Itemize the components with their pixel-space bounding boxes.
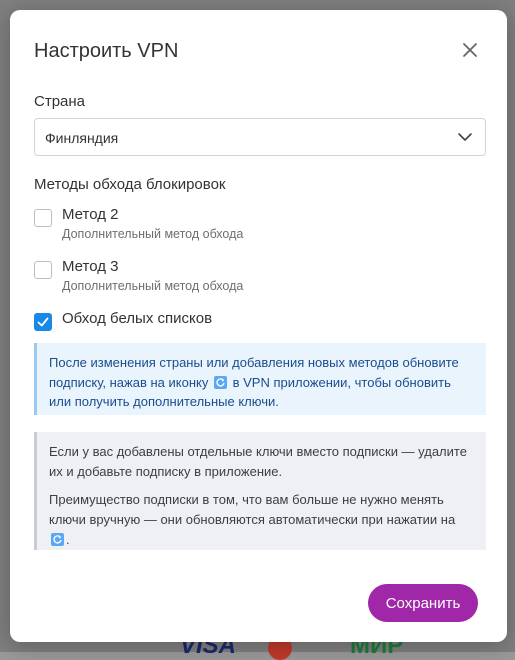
note-paragraph-2-end: . <box>66 532 70 547</box>
note-paragraph-2-text: Преимущество подписки в том, что вам бол… <box>49 492 456 527</box>
close-icon <box>463 43 477 57</box>
method-subtitle: Дополнительный метод обхода <box>62 227 244 241</box>
methods-label: Методы обхода блокировок <box>34 176 226 193</box>
vpn-settings-modal: Настроить VPN Страна Финляндия Методы об… <box>10 10 507 642</box>
method-2-checkbox[interactable] <box>34 209 52 227</box>
country-label: Страна <box>34 93 86 110</box>
info-text: После изменения страны или добавления но… <box>49 353 469 412</box>
method-subtitle: Дополнительный метод обхода <box>62 279 244 293</box>
close-button[interactable] <box>460 40 480 60</box>
method-title: Метод 3 <box>62 258 119 275</box>
refresh-icon <box>213 375 227 389</box>
info-alert: После изменения страны или добавления но… <box>34 343 486 415</box>
note-paragraph-2: Преимущество подписки в том, что вам бол… <box>49 490 469 550</box>
method-title: Обход белых списков <box>62 310 213 327</box>
method-title: Метод 2 <box>62 206 119 223</box>
note-paragraph-1: Если у вас добавлены отдельные ключи вме… <box>49 444 467 479</box>
method-3-checkbox[interactable] <box>34 261 52 279</box>
country-selected-value: Финляндия <box>45 130 119 146</box>
whitelist-bypass-checkbox[interactable] <box>34 313 52 331</box>
refresh-icon <box>51 533 64 546</box>
country-select[interactable]: Финляндия <box>34 118 486 156</box>
save-button[interactable]: Сохранить <box>368 584 478 622</box>
checkmark-icon <box>37 317 49 327</box>
note-box: Если у вас добавлены отдельные ключи вме… <box>34 432 486 550</box>
modal-title: Настроить VPN <box>34 40 179 62</box>
chevron-down-icon <box>458 133 472 141</box>
